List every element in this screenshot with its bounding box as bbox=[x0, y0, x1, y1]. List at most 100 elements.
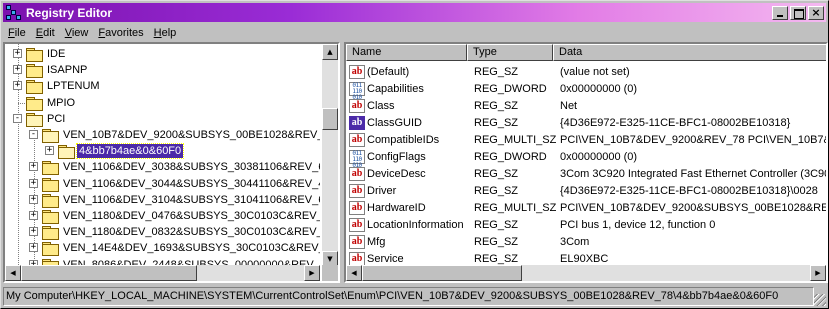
folder-icon bbox=[42, 193, 59, 208]
value-row[interactable]: ab ClassGUID REG_SZ {4D36E972-E325-11CE-BFC… bbox=[346, 114, 826, 131]
tree-node[interactable]: + VEN_1106&DEV_3044&SUBSYS_30441106&REV_4… bbox=[5, 176, 320, 192]
expand-icon[interactable]: + bbox=[29, 227, 38, 237]
tree-node[interactable]: - VEN_10B7&DEV_9200&SUBSYS_00BE1028&REV_7… bbox=[5, 127, 320, 143]
menu-file[interactable]: File bbox=[3, 27, 31, 39]
expand-icon[interactable]: + bbox=[29, 211, 38, 220]
column-header-data[interactable]: Data bbox=[553, 44, 826, 61]
value-data: PCI\VEN_10B7&DEV_9200&SUBSYS_00BE1028&RE… bbox=[560, 201, 826, 214]
scroll-thumb[interactable] bbox=[322, 108, 338, 130]
close-button[interactable]: × bbox=[808, 5, 824, 20]
tree-node-label[interactable]: IDE bbox=[45, 47, 67, 61]
menu-favorites[interactable]: Favorites bbox=[93, 27, 148, 39]
scroll-left-button[interactable]: ◀ bbox=[346, 265, 362, 281]
value-row[interactable]: ab DeviceDesc REG_SZ 3Com 3C920 Integrated … bbox=[346, 165, 826, 182]
tree-node[interactable]: + LPTENUM bbox=[5, 78, 320, 95]
ab-string-icon: ab bbox=[349, 251, 365, 266]
ab-string-icon: ab bbox=[349, 166, 365, 181]
maximize-button[interactable] bbox=[790, 5, 806, 20]
tree-node[interactable]: + IDE bbox=[5, 46, 320, 62]
scroll-up-button[interactable]: ▲ bbox=[322, 44, 338, 60]
menu-edit[interactable]: Edit bbox=[31, 27, 60, 39]
value-row[interactable]: 011 110 010 Capabilities REG_DWORD 0x00000000… bbox=[346, 80, 826, 100]
menu-view[interactable]: View bbox=[60, 27, 94, 39]
tree-node-label[interactable]: VEN_1106&DEV_3038&SUBSYS_30381106&REV_62 bbox=[61, 160, 320, 174]
value-row[interactable]: ab Driver REG_SZ {4D36E972-E325-11CE-BFC1-0… bbox=[346, 182, 826, 199]
tree-node-label[interactable]: ISAPNP bbox=[45, 63, 89, 77]
minimize-button[interactable] bbox=[772, 5, 788, 20]
value-data: 3Com 3C920 Integrated Fast Ethernet Cont… bbox=[560, 167, 826, 180]
folder-icon bbox=[42, 242, 59, 257]
value-name: Mfg bbox=[367, 235, 386, 248]
value-type: REG_SZ bbox=[474, 218, 519, 231]
value-data: PCI bus 1, device 12, function 0 bbox=[560, 218, 716, 231]
tree-node[interactable]: + VEN_1180&DEV_0832&SUBSYS_30C0103C&REV_0… bbox=[5, 224, 320, 241]
menu-bar: File Edit View Favorites Help bbox=[3, 23, 181, 42]
value-row[interactable]: 011 110 010 ConfigFlags REG_DWORD 0x00000000 … bbox=[346, 148, 826, 168]
tree-node-label[interactable]: VEN_1180&DEV_0832&SUBSYS_30C0103C&REV_02 bbox=[61, 225, 320, 239]
binary-dword-icon: 011 110 010 bbox=[349, 81, 365, 100]
expand-icon[interactable]: + bbox=[29, 162, 38, 172]
ab-string-icon: ab bbox=[349, 234, 365, 249]
tree-vertical-scrollbar[interactable]: ▲ ▼ bbox=[322, 44, 338, 267]
tree-node-label[interactable]: MPIO bbox=[45, 96, 77, 110]
value-row[interactable]: ab Mfg REG_SZ 3Com bbox=[346, 233, 826, 250]
value-row[interactable]: ab HardwareID REG_MULTI_SZ PCI\VEN_10B7&DEV… bbox=[346, 199, 826, 216]
status-bar: My Computer\HKEY_LOCAL_MACHINE\SYSTEM\Cu… bbox=[3, 287, 814, 306]
list-header: Name Type Data bbox=[346, 44, 826, 61]
tree-node[interactable]: + VEN_14E4&DEV_1693&SUBSYS_30C0103C&REV_0… bbox=[5, 240, 320, 257]
value-list-pane[interactable]: Name Type Data ab (Default) REG_SZ (value n… bbox=[344, 42, 828, 283]
folder-icon bbox=[42, 210, 59, 224]
expand-icon[interactable]: + bbox=[45, 146, 54, 156]
tree-node-label[interactable]: LPTENUM bbox=[45, 79, 102, 93]
scroll-right-button[interactable]: ▶ bbox=[810, 265, 826, 281]
tree-node-label[interactable]: VEN_1106&DEV_3044&SUBSYS_30441106&REV_46 bbox=[61, 177, 320, 191]
column-header-name[interactable]: Name bbox=[346, 44, 467, 61]
resize-grip[interactable] bbox=[814, 294, 826, 306]
folder-icon bbox=[42, 226, 59, 241]
tree-node[interactable]: + VEN_1180&DEV_0476&SUBSYS_30C0103C&REV_B… bbox=[5, 208, 320, 224]
value-name: ConfigFlags bbox=[367, 150, 426, 163]
tree-node[interactable]: +4&bb7b4ae&0&60F0 bbox=[5, 143, 320, 160]
tree-node-label[interactable]: VEN_1180&DEV_0476&SUBSYS_30C0103C&REV_B6 bbox=[61, 209, 320, 223]
scroll-thumb[interactable] bbox=[362, 265, 522, 281]
scroll-thumb[interactable] bbox=[21, 265, 197, 281]
tree-node-label[interactable]: 4&bb7b4ae&0&60F0 bbox=[75, 143, 185, 160]
expand-icon[interactable]: + bbox=[29, 178, 38, 188]
tree-node[interactable]: MPIO bbox=[5, 95, 320, 111]
collapse-icon[interactable]: - bbox=[29, 130, 38, 139]
expand-icon[interactable]: + bbox=[29, 243, 38, 253]
value-name: Service bbox=[367, 252, 404, 265]
scroll-left-button[interactable]: ◀ bbox=[5, 265, 21, 281]
tree-node[interactable]: + ISAPNP bbox=[5, 62, 320, 79]
expand-icon[interactable]: + bbox=[29, 194, 38, 204]
menu-help[interactable]: Help bbox=[149, 27, 182, 39]
tree-node[interactable]: + VEN_1106&DEV_3104&SUBSYS_31041106&REV_6… bbox=[5, 192, 320, 208]
column-header-type[interactable]: Type bbox=[467, 44, 553, 61]
tree-horizontal-scrollbar[interactable]: ◀ ▶ bbox=[5, 265, 320, 281]
tree-node-label[interactable]: VEN_1106&DEV_3104&SUBSYS_31041106&REV_65 bbox=[61, 193, 320, 207]
tree-node-label[interactable]: VEN_14E4&DEV_1693&SUBSYS_30C0103C&REV_02 bbox=[61, 241, 320, 255]
folder-icon bbox=[42, 161, 59, 176]
title-bar[interactable]: Registry Editor × bbox=[3, 3, 826, 22]
list-horizontal-scrollbar[interactable]: ◀ ▶ bbox=[346, 265, 826, 281]
expand-icon[interactable]: + bbox=[13, 49, 22, 58]
value-type: REG_MULTI_SZ bbox=[474, 133, 557, 146]
value-row[interactable]: ab (Default) REG_SZ (value not set) bbox=[346, 63, 826, 80]
scroll-right-button[interactable]: ▶ bbox=[304, 265, 320, 281]
key-tree-pane[interactable]: + IDE + ISAPNP + LPTENUM MPIO - PCI - VEN_10B7&DEV… bbox=[3, 42, 340, 283]
expand-icon[interactable]: + bbox=[13, 81, 22, 91]
tree-node[interactable]: + VEN_1106&DEV_3038&SUBSYS_30381106&REV_6… bbox=[5, 159, 320, 176]
value-data: 0x00000000 (0) bbox=[560, 150, 638, 163]
value-row[interactable]: ab LocationInformation REG_SZ PCI bus 1, de… bbox=[346, 216, 826, 233]
ab-string-icon: ab bbox=[349, 200, 365, 215]
binary-dword-icon: 011 110 010 bbox=[349, 149, 365, 168]
folder-icon bbox=[42, 177, 59, 192]
tree-node-label[interactable]: VEN_10B7&DEV_9200&SUBSYS_00BE1028&REV_78 bbox=[61, 128, 320, 142]
ab-string-icon: ab bbox=[349, 115, 365, 130]
tree-node-label[interactable]: PCI bbox=[45, 112, 67, 126]
value-row[interactable]: ab CompatibleIDs REG_MULTI_SZ PCI\VEN_10B7&… bbox=[346, 131, 826, 148]
expand-icon[interactable]: + bbox=[13, 65, 22, 75]
tree-node[interactable]: - PCI bbox=[5, 111, 320, 127]
collapse-icon[interactable]: - bbox=[13, 113, 22, 123]
value-row[interactable]: ab Class REG_SZ Net bbox=[346, 97, 826, 114]
